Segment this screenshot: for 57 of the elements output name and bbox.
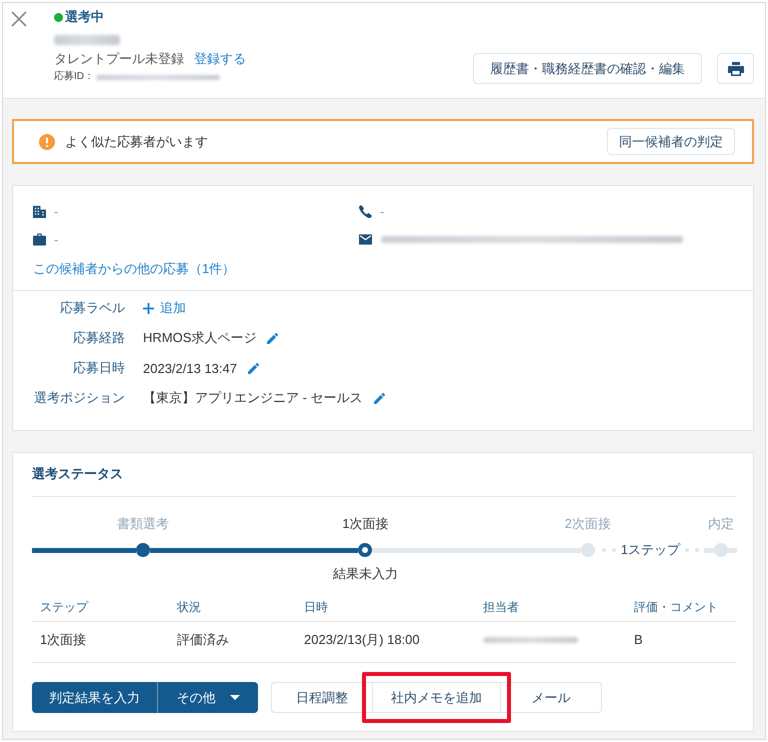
table-cell-text: 2023/2/13(月) 18:00 [304, 631, 421, 649]
position-value: - [54, 232, 58, 246]
alert-message: よく似た応募者がいます [65, 132, 208, 150]
status-label: 選考中 [65, 8, 104, 26]
action-button[interactable]: 社内メモを追加 [372, 682, 501, 713]
mail-icon [359, 232, 372, 246]
step-label: 書類選考 [117, 515, 170, 533]
enter-result-button[interactable]: 判定結果を入力 [32, 682, 158, 713]
dots-icon [602, 548, 616, 552]
more-dropdown-button[interactable]: その他 [158, 682, 258, 713]
table-cell-text: 1次面接 [40, 631, 88, 649]
field-label: 応募日時 [72, 359, 125, 377]
building-icon [33, 204, 46, 218]
action-button[interactable]: メール [500, 682, 602, 713]
step-label: 1次面接 [342, 515, 389, 533]
field-value: 2023/2/13 13:47 [143, 360, 237, 376]
phone-icon [359, 204, 372, 218]
print-button[interactable] [717, 53, 754, 84]
phone-value: - [380, 204, 384, 218]
same-candidate-button[interactable]: 同一候補者の判定 [607, 128, 735, 155]
plus-icon [143, 302, 154, 314]
pencil-icon[interactable] [248, 362, 259, 374]
column-header: 日時 [304, 599, 329, 616]
talent-pool-status: タレントプール未登録 [54, 50, 184, 68]
pencil-icon[interactable] [267, 332, 278, 344]
dots-icon [685, 548, 700, 552]
field-label: 応募ラベル [59, 299, 125, 317]
application-id-label: 応募ID： [54, 70, 94, 84]
register-link[interactable]: 登録する [194, 50, 246, 68]
step-label: 2次面接 [564, 515, 611, 533]
table-cell-text: B [634, 631, 644, 649]
caret-icon [230, 695, 240, 700]
resume-button[interactable]: 履歴書・職務経歴書の確認・編集 [473, 53, 702, 84]
other-applications-link[interactable]: この候補者からの他の応募（1件） [33, 260, 236, 278]
collapsed-steps-label: 1ステップ [620, 541, 680, 559]
field-label: 応募経路 [72, 329, 125, 347]
add-link[interactable]: 追加 [143, 299, 186, 317]
printer-icon [728, 62, 744, 76]
column-header: ステップ [40, 599, 90, 616]
step-label: 内定 [708, 515, 734, 533]
status-dot-icon [54, 12, 63, 22]
step-caption: 結果未入力 [332, 565, 398, 583]
field-value: 【東京】アプリエンジニア - セールス [143, 389, 363, 407]
action-button[interactable]: 日程調整 [271, 682, 373, 713]
close-icon [11, 11, 27, 27]
close-button[interactable] [11, 11, 27, 27]
exclamation-icon [39, 134, 55, 150]
section-title: 選考ステータス [32, 453, 737, 497]
field-value: HRMOS求人ページ [143, 329, 256, 347]
briefcase-icon [33, 232, 46, 246]
column-header: 担当者 [483, 599, 520, 616]
column-header: 状況 [177, 599, 202, 616]
column-header: 評価・コメント [634, 599, 719, 616]
pencil-icon[interactable] [374, 392, 385, 404]
company-value: - [54, 204, 58, 218]
field-label: 選考ポジション [33, 389, 125, 407]
table-cell-text: 評価済み [177, 631, 230, 649]
